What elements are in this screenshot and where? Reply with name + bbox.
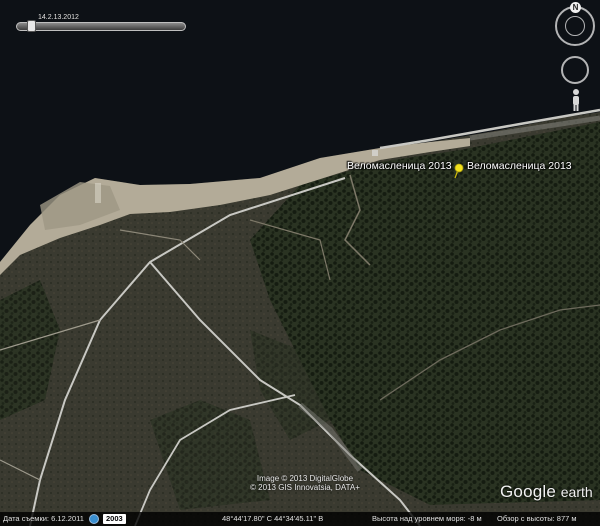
placemark-label[interactable]: Веломасленица 2013 [467, 160, 572, 172]
google-earth-logo: Google earth [500, 482, 593, 502]
placemark-label[interactable]: Веломасленица 2013 [347, 160, 452, 172]
logo-google-text: Google [500, 482, 557, 501]
north-button[interactable]: N [570, 2, 581, 13]
structure [372, 150, 378, 156]
pegman-icon[interactable] [570, 88, 582, 112]
satellite-map[interactable] [0, 0, 600, 526]
logo-earth-text: earth [560, 484, 593, 500]
elevation-readout: Высота над уровнем моря: -8 м [372, 514, 482, 523]
status-bar: Дата съемки: 6.12.2011 2003 48°44'17.80"… [0, 512, 600, 526]
time-slider-label: 14.2.13.2012 [38, 14, 79, 21]
imagery-date: Дата съемки: 6.12.2011 [3, 514, 84, 523]
time-slider-handle[interactable] [27, 20, 36, 32]
placemark-pin-icon[interactable] [452, 163, 464, 179]
structure [95, 183, 101, 203]
history-icon[interactable] [89, 514, 99, 524]
map-viewport[interactable]: 14.2.13.2012 N Веломасленица 2013 Велома… [0, 0, 600, 526]
eye-altitude-readout: Обзор с высоты: 877 м [497, 514, 577, 523]
year-badge[interactable]: 2003 [103, 514, 126, 524]
coordinates-readout: 48°44'17.80" С 44°34'45.11" В [222, 514, 324, 523]
look-ring-icon[interactable] [561, 56, 589, 84]
compass-center-icon[interactable] [565, 16, 585, 36]
time-slider-track[interactable] [16, 22, 186, 31]
